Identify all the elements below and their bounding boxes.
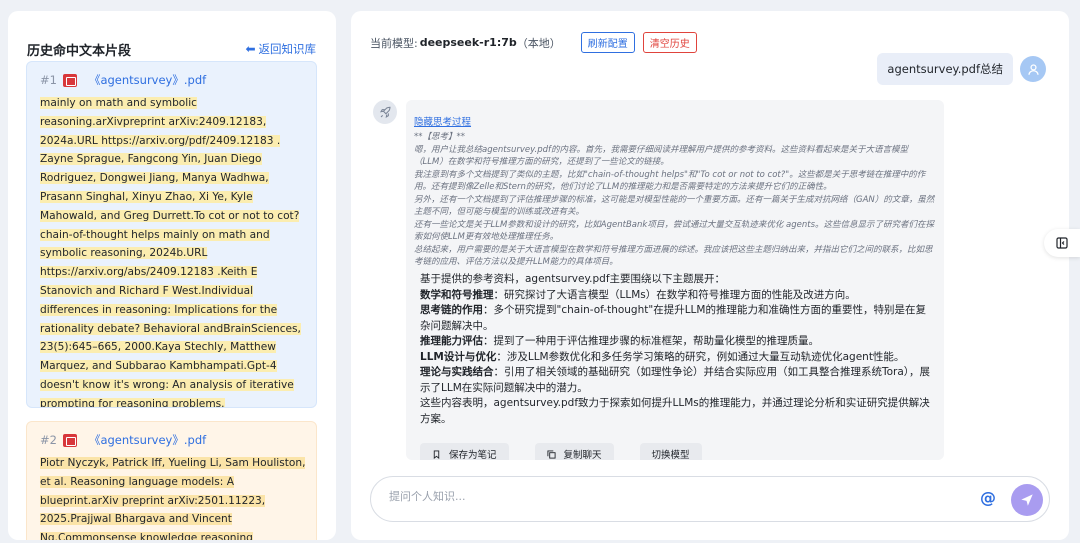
fragment-list: #1 《agentsurvey》.pdf mainly on math and …	[26, 61, 317, 540]
arrow-left-icon: ⬅	[245, 42, 256, 56]
send-icon	[1021, 494, 1033, 506]
thinking-line: 总结起来，用户需要的是关于大语言模型在数学和符号推理方面进展的综述。我应该把这些…	[414, 244, 933, 268]
answer-text: 基于提供的参考资料，agentsurvey.pdf主要围绕以下主题展开： 数学和…	[420, 272, 936, 427]
refresh-config-button[interactable]: 刷新配置	[580, 32, 635, 53]
save-note-button[interactable]: 保存为笔记	[420, 443, 509, 460]
answer-point: 理论与实践结合：引用了相关领域的基础研究（如理性争论）并结合实际应用（如工具整合…	[420, 366, 931, 394]
answer-point: 数学和符号推理：研究探讨了大语言模型（LLMs）在数学和符号推理方面的性能及改进…	[420, 288, 856, 301]
user-message: agentsurvey.pdf总结	[877, 53, 1013, 85]
assistant-message: 隐藏思考过程 **【思考】** 嗯，用户让我总结agentsurvey.pdf的…	[406, 100, 944, 460]
switch-model-button[interactable]: 切换模型	[639, 443, 702, 460]
back-link-label: 返回知识库	[258, 42, 317, 56]
user-message-row: agentsurvey.pdf总结	[877, 53, 1046, 85]
thinking-line: **【思考】**	[414, 132, 466, 142]
question-input[interactable]	[389, 490, 949, 503]
thinking-process: **【思考】** 嗯，用户让我总结agentsurvey.pdf的内容。首先，我…	[414, 131, 936, 269]
hit-fragments-panel: 历史命中文本片段 ⬅ 返回知识库 #1 《agentsurvey》.pdf mai…	[8, 11, 336, 540]
user-avatar	[1020, 56, 1046, 82]
fragment-card[interactable]: #2 《agentsurvey》.pdf Piotr Nyczyk, Patri…	[26, 421, 317, 540]
rocket-icon	[379, 106, 390, 118]
model-bar: 当前模型: deepseek-r1:7b （本地） 刷新配置 清空历史	[370, 32, 697, 53]
fragment-header: #2 《agentsurvey》.pdf	[40, 432, 306, 448]
copy-chat-button[interactable]: 复制聊天	[534, 443, 614, 460]
chat-panel: 当前模型: deepseek-r1:7b （本地） 刷新配置 清空历史 agen…	[351, 11, 1069, 540]
fragment-header: #1 《agentsurvey》.pdf	[40, 72, 306, 88]
fragment-text: Piotr Nyczyk, Patrick Iff, Yueling Li, S…	[40, 454, 306, 540]
answer-point: 推理能力评估：提到了一种用于评估推理步骤的标准框架，帮助量化模型的推理质量。	[420, 335, 819, 347]
send-button[interactable]	[1011, 484, 1043, 516]
thinking-line: 嗯，用户让我总结agentsurvey.pdf的内容。首先，我需要仔细阅读并理解…	[414, 144, 908, 168]
bookmark-icon	[433, 449, 440, 459]
model-prefix: 当前模型:	[370, 36, 418, 50]
question-input-box[interactable]: @	[370, 476, 1050, 522]
fragment-file-link[interactable]: 《agentsurvey》.pdf	[89, 432, 206, 448]
hide-thinking-toggle[interactable]: 隐藏思考过程	[414, 114, 471, 128]
thinking-line: 另外，还有一个文档提到了评估推理步骤的标准，这可能是对模型性能的一个重要方面。还…	[414, 194, 935, 218]
model-name: deepseek-r1:7b	[419, 36, 517, 49]
answer-point: 思考链的作用：多个研究提到"chain-of-thought"在提升LLM的推理…	[420, 304, 926, 332]
fragment-index: #2	[40, 433, 57, 447]
pdf-icon	[62, 433, 77, 447]
clear-history-button[interactable]: 清空历史	[642, 32, 697, 53]
assistant-avatar	[373, 100, 397, 124]
answer-conclusion: 这些内容表明，agentsurvey.pdf致力于探索如何提升LLMs的推理能力…	[420, 397, 930, 425]
copy-icon	[546, 449, 556, 459]
fragment-file-link[interactable]: 《agentsurvey》.pdf	[89, 72, 206, 88]
sidebar-toggle-button[interactable]	[1044, 229, 1080, 257]
answer-point: LLM设计与优化：涉及LLM参数优化和多任务学习策略的研究，例如通过大量互动轨迹…	[420, 350, 905, 363]
sidebar-toggle-icon	[1056, 237, 1068, 249]
model-location: （本地）	[516, 36, 561, 50]
at-icon[interactable]: @	[980, 488, 996, 507]
back-to-library-link[interactable]: ⬅ 返回知识库	[245, 41, 316, 57]
thinking-line: 还有一些论文是关于LLM参数和设计的研究，比如AgentBank项目，尝试通过大…	[414, 219, 935, 243]
pdf-icon	[62, 73, 77, 87]
answer-intro: 基于提供的参考资料，agentsurvey.pdf主要围绕以下主题展开：	[420, 273, 726, 285]
fragment-card[interactable]: #1 《agentsurvey》.pdf mainly on math and …	[26, 61, 317, 408]
thinking-line: 我注意到有多个文档提到了类似的主题，比如"chain-of-thought he…	[414, 169, 926, 193]
user-icon	[1027, 63, 1039, 75]
fragment-index: #1	[40, 73, 57, 87]
fragment-text: mainly on math and symbolic reasoning.ar…	[40, 97, 301, 408]
message-actions: 保存为笔记 复制聊天 切换模型	[420, 443, 728, 460]
panel-title: 历史命中文本片段	[27, 44, 132, 59]
